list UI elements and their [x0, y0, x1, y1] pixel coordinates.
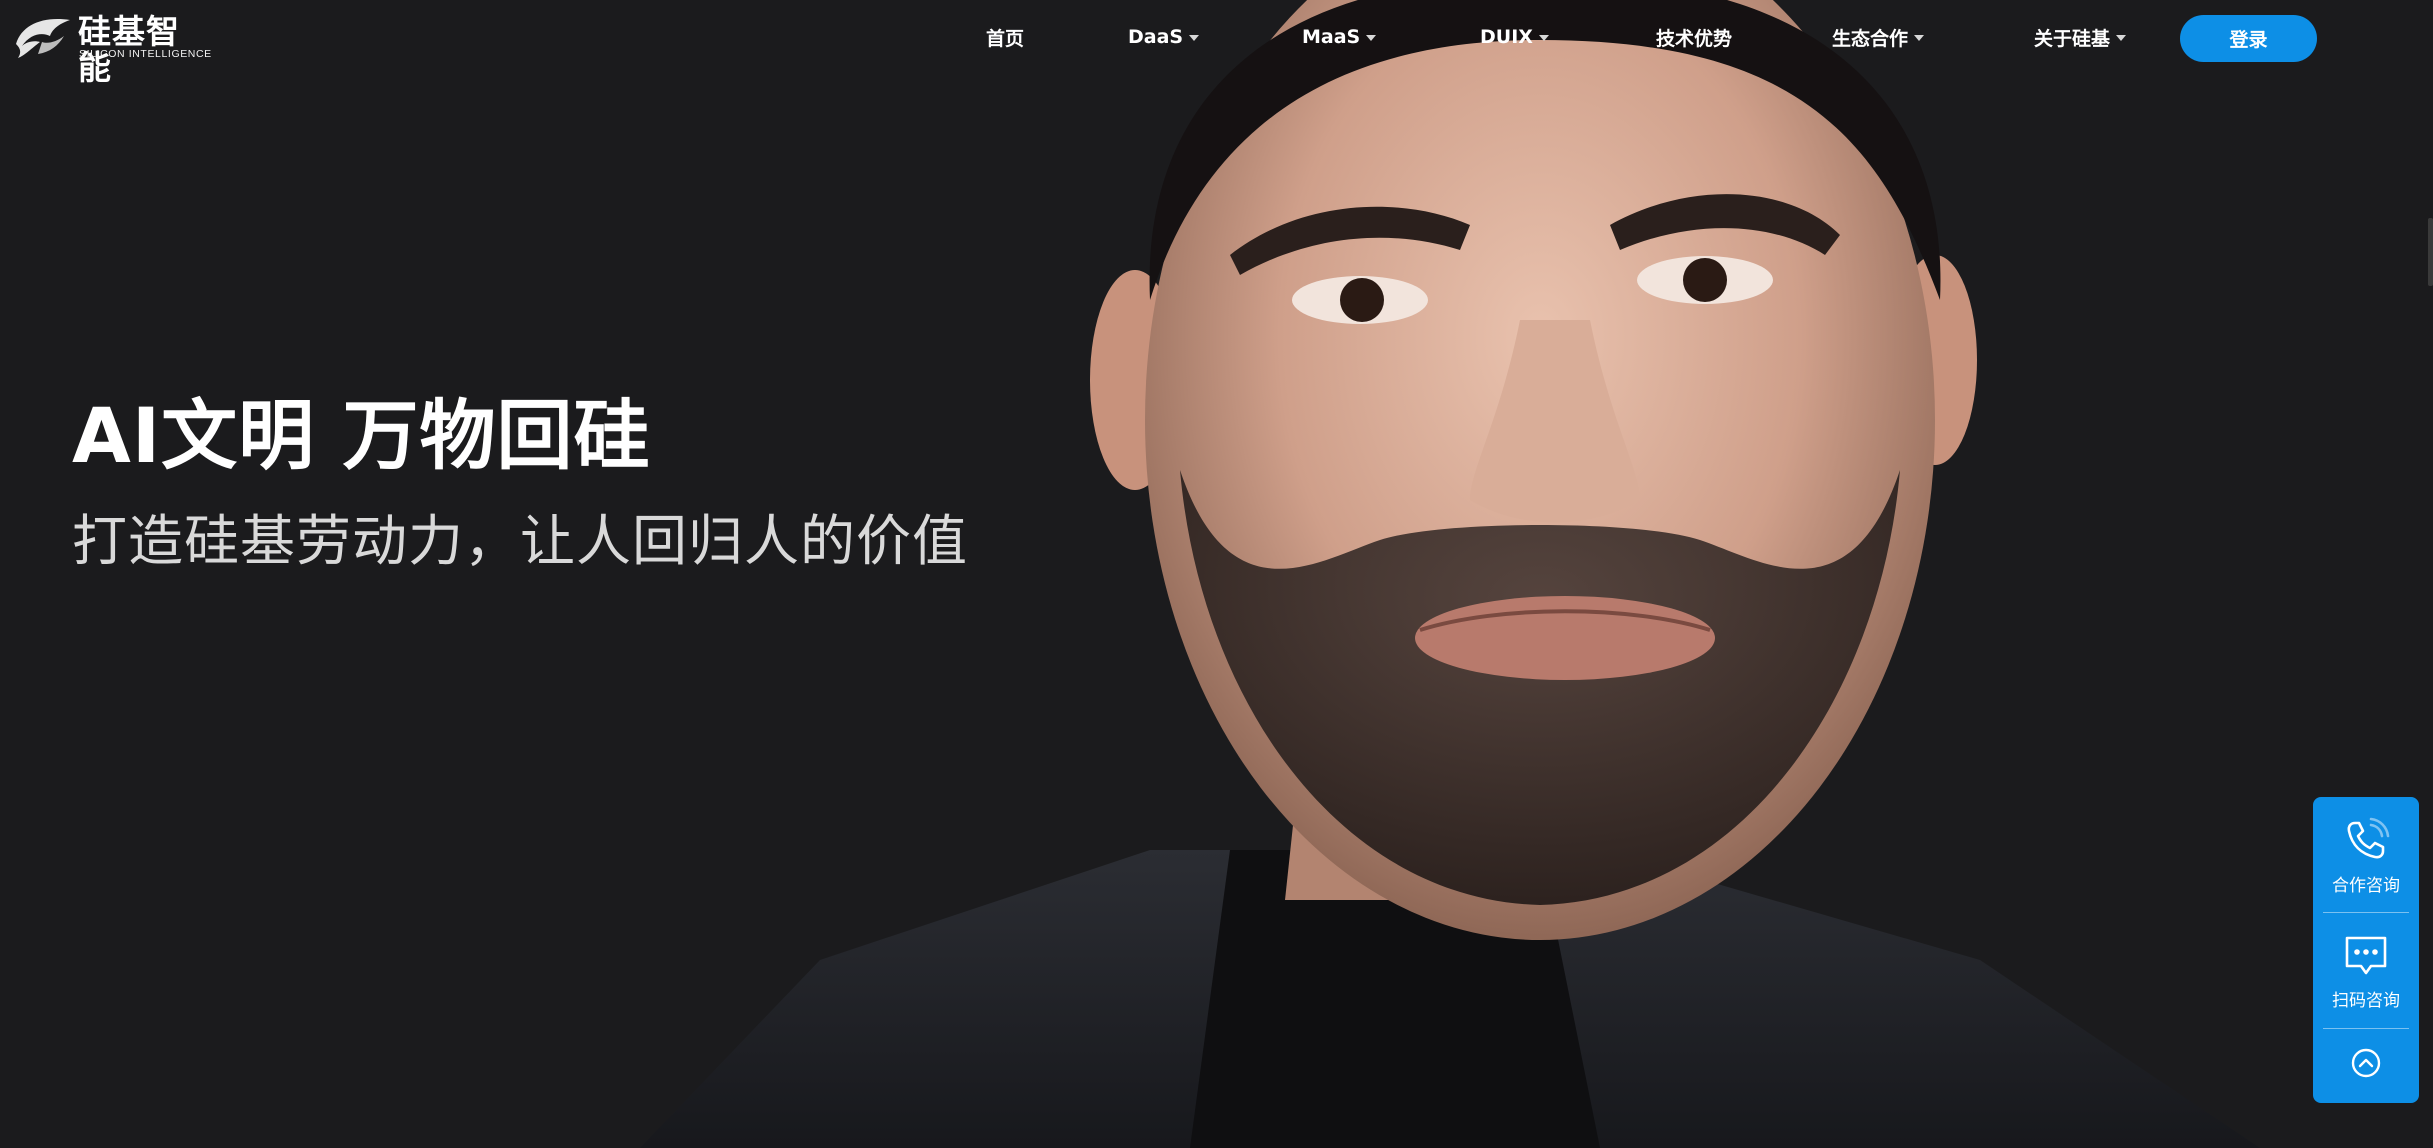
hero-title: AI文明 万物回硅 — [72, 391, 651, 480]
login-button[interactable]: 登录 — [2180, 15, 2317, 62]
nav-maas[interactable]: MaaS — [1302, 24, 1377, 50]
chevron-down-icon — [1189, 35, 1200, 41]
dolphin-logo-icon — [16, 19, 70, 58]
qr-consult-label: 扫码咨询 — [2332, 991, 2400, 1011]
consult-label: 合作咨询 — [2332, 876, 2400, 896]
nav-eco-label: 生态合作 — [1832, 27, 1909, 50]
nav-about-label: 关于硅基 — [2034, 27, 2111, 50]
nav-tech[interactable]: 技术优势 — [1656, 24, 1732, 50]
consult-button[interactable]: 合作咨询 — [2313, 815, 2419, 896]
brand-name-en: SILICON INTELLIGENCE — [79, 48, 212, 60]
qr-consult-button[interactable]: 扫码咨询 — [2313, 930, 2419, 1011]
nav-duix-label: DUIX — [1480, 26, 1533, 48]
chevron-down-icon — [2116, 35, 2127, 41]
chevron-down-icon — [1366, 35, 1377, 41]
nav-home-label: 首页 — [986, 27, 1025, 50]
site-header: 硅基智能 SILICON INTELLIGENCE 首页 DaaS MaaS D… — [0, 0, 2433, 86]
back-to-top-icon — [2351, 1048, 2381, 1078]
phone-icon — [2347, 817, 2390, 859]
back-to-top-button[interactable] — [2313, 1046, 2419, 1080]
brand-logo[interactable]: 硅基智能 SILICON INTELLIGENCE — [12, 10, 212, 86]
nav-duix[interactable]: DUIX — [1480, 24, 1549, 50]
nav-eco[interactable]: 生态合作 — [1832, 24, 1925, 50]
nav-maas-label: MaaS — [1302, 26, 1361, 48]
nav-home[interactable]: 首页 — [986, 24, 1024, 50]
nav-about[interactable]: 关于硅基 — [2034, 24, 2127, 50]
nav-daas[interactable]: DaaS — [1128, 24, 1200, 50]
nav-tech-label: 技术优势 — [1656, 27, 1733, 50]
scroll-indicator[interactable] — [2428, 218, 2433, 286]
hero-subtitle: 打造硅基劳动力，让人回归人的价值 — [72, 509, 969, 573]
widget-divider — [2323, 912, 2409, 913]
chat-bubble-icon — [2345, 936, 2387, 975]
widget-divider — [2323, 1028, 2409, 1029]
floating-contact-widget: 合作咨询 扫码咨询 — [2313, 797, 2419, 1103]
chevron-down-icon — [1538, 35, 1549, 41]
chevron-down-icon — [1914, 35, 1925, 41]
nav-daas-label: DaaS — [1128, 26, 1184, 48]
